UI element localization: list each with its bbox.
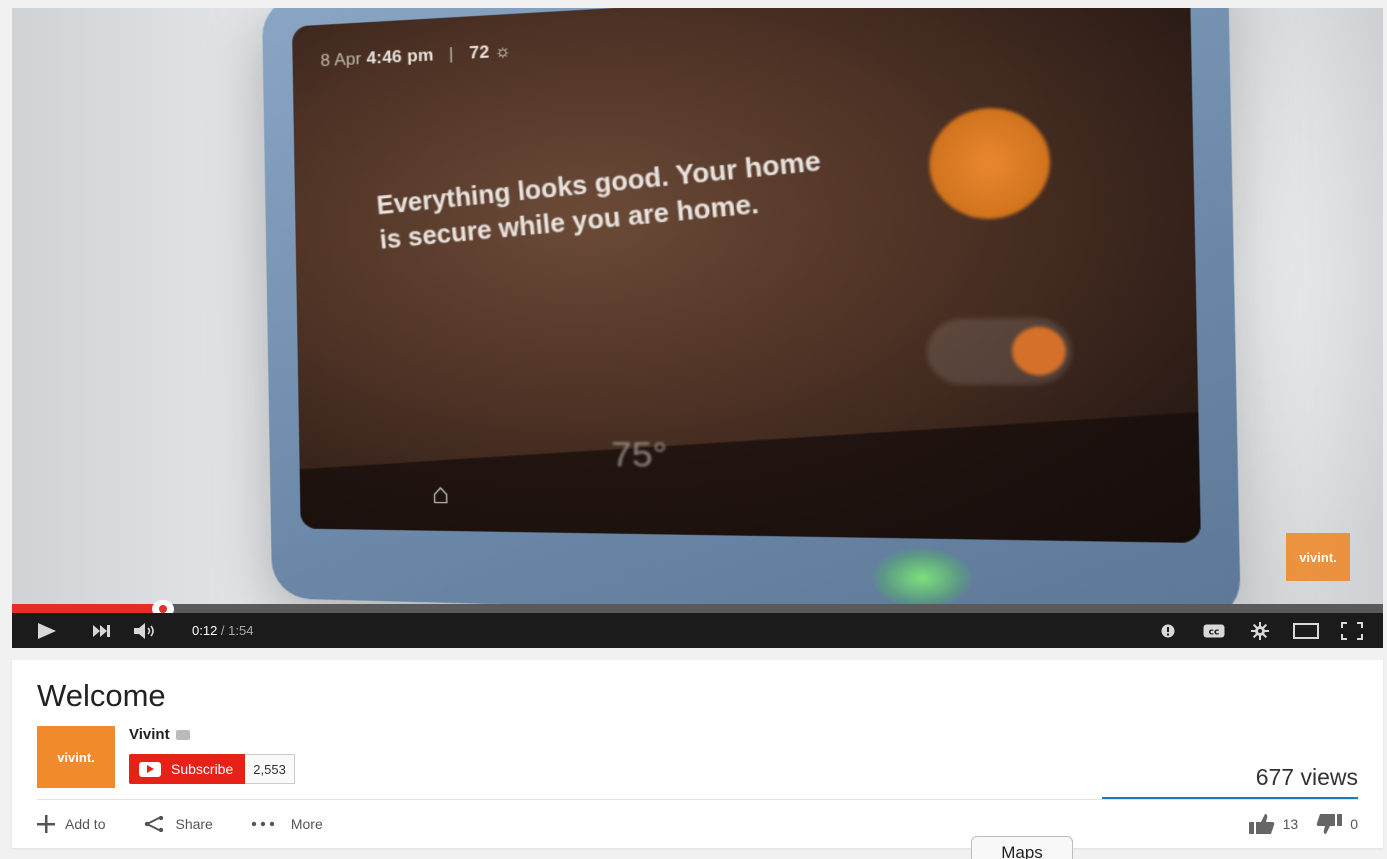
time-current: 0:12 [192,623,218,638]
next-button[interactable] [82,613,122,648]
time-duration: 1:54 [228,623,254,638]
info-divider [37,799,1358,800]
captions-icon: cc [1203,624,1225,637]
fullscreen-button[interactable] [1329,613,1375,648]
channel-watermark[interactable]: vivint. [1286,533,1350,581]
subscriber-count: 2,553 [245,754,295,784]
dislike-button[interactable]: 0 [1316,814,1358,834]
play-button[interactable] [12,613,82,648]
video-player[interactable]: 8 Apr 4:46 pm | 72 ☼ Everything looks go… [12,8,1383,648]
thumbs-up-icon [1248,814,1274,834]
captions-button[interactable]: cc [1191,613,1237,648]
device-status-separator: | [448,43,454,64]
player-controls: 0:12 / 1:54 cc [12,613,1383,648]
thumbs-down-icon [1316,814,1343,834]
more-icon [251,821,275,827]
home-icon: ⌂ [431,477,450,510]
theater-mode-button[interactable] [1283,613,1329,648]
maps-tooltip: Maps [971,836,1073,859]
progress-bar[interactable] [12,600,1383,618]
video-info-panel: Welcome vivint. Vivint Subscribe 2,553 6… [12,660,1383,848]
home-status-circle [928,105,1051,221]
settings-icon [1251,621,1269,640]
share-label: Share [175,816,213,832]
add-to-label: Add to [65,816,106,832]
time-display: 0:12 / 1:54 [192,623,253,638]
device-toggle-knob [1011,326,1067,376]
next-icon [93,624,110,637]
device-time: 4:46 pm [366,45,434,68]
action-bar: Add to Share More [37,812,361,836]
dislike-count: 0 [1350,816,1358,832]
video-frame[interactable]: 8 Apr 4:46 pm | 72 ☼ Everything looks go… [12,8,1383,604]
annotations-button[interactable] [1145,613,1191,648]
play-icon [38,622,56,639]
volume-button[interactable] [122,613,172,648]
verified-icon [175,729,190,740]
more-button[interactable]: More [251,816,323,832]
share-icon [145,816,164,832]
green-light [872,548,972,604]
device-temp: 72 [468,42,490,63]
svg-text:cc: cc [1209,627,1220,637]
video-title: Welcome [37,678,166,713]
progress-fill [12,604,163,613]
device-thermostat: 75° [610,434,668,476]
control-panel-device: 8 Apr 4:46 pm | 72 ☼ Everything looks go… [261,8,1241,604]
device-screen: 8 Apr 4:46 pm | 72 ☼ Everything looks go… [291,8,1201,544]
device-date: 8 Apr [320,48,362,71]
channel-avatar[interactable]: vivint. [37,726,115,788]
rating-bar: 13 0 [1231,812,1358,836]
settings-button[interactable] [1237,613,1283,648]
share-button[interactable]: Share [143,816,213,832]
player-controls-right: cc [1145,613,1383,648]
more-label: More [290,816,323,832]
page: 8 Apr 4:46 pm | 72 ☼ Everything looks go… [0,0,1387,859]
device-status-bar: 8 Apr 4:46 pm | 72 ☼ [320,41,511,71]
subscribe-widget: Subscribe 2,553 [129,754,295,784]
like-sentiment-bar [1102,797,1358,799]
fullscreen-icon [1341,621,1363,640]
sun-icon: ☼ [494,40,512,62]
subscribe-button[interactable]: Subscribe [129,754,246,784]
add-to-button[interactable]: Add to [37,815,105,833]
annotations-icon [1161,624,1175,637]
like-count: 13 [1282,816,1299,832]
like-button[interactable]: 13 [1248,814,1299,834]
time-separator: / [217,623,229,638]
theater-icon [1293,622,1319,639]
device-message: Everything looks good. Your home is secu… [375,146,822,255]
plus-icon [37,815,55,833]
channel-name-row: Vivint [129,726,190,743]
subscribe-label: Subscribe [171,761,234,777]
view-count: 677 views [1255,764,1358,790]
volume-icon [134,622,154,639]
youtube-logo-icon [139,761,161,777]
channel-name[interactable]: Vivint [129,726,170,743]
